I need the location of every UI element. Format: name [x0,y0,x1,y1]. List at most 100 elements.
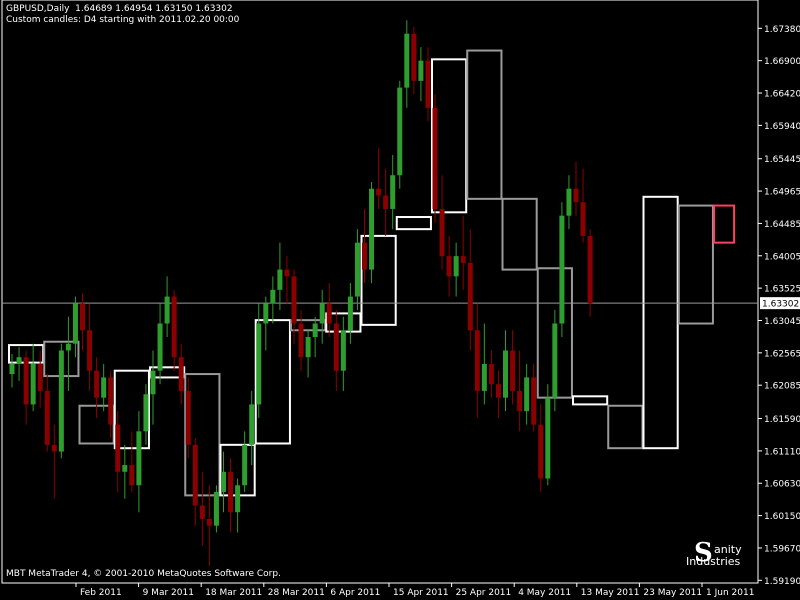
custom-candle-16 [572,395,609,406]
y-tick-label-14: 1.61110 [764,447,800,457]
y-tick-label-3: 1.66420 [764,90,800,100]
y-tick-label-17: 1.59670 [764,544,800,554]
copyright-text: MBT MetaTrader 4, © 2001-2010 MetaQuotes… [6,569,281,579]
candle-body-51 [369,188,375,270]
y-tick-label-7: 1.64485 [764,220,800,230]
candle-body-2 [23,357,29,405]
logo-text-line2: Industries [686,555,741,568]
x-tick-label-6: 25 Apr 2011 [456,588,512,598]
y-tick-label-10: 1.63045 [764,317,800,327]
candle-body-27 [199,505,205,519]
candle-body-31 [228,471,234,513]
candle-body-36 [263,303,269,324]
y-tick-label-4: 1.65940 [764,122,800,132]
candle-body-39 [284,269,290,277]
candle-body-61 [439,208,445,257]
x-tick-label-2: 18 Mar 2011 [205,588,262,598]
candle-body-20 [150,370,156,395]
candle-body-59 [425,60,431,108]
candle-body-44 [319,303,325,324]
candle-body-71 [510,350,516,391]
x-tick-label-5: 15 Apr 2011 [393,588,449,598]
candle-body-52 [376,188,382,196]
x-tick-label-8: 13 May 2011 [581,588,640,598]
y-tick-label-12: 1.62085 [764,382,800,392]
x-tick-label-3: 28 Mar 2011 [268,588,325,598]
candle-body-0 [9,363,15,375]
candle-body-23 [171,296,177,358]
candle-body-66 [474,330,480,391]
candle-body-73 [524,377,530,412]
candle-body-26 [192,444,198,506]
y-tick-label-18: 1.59190 [764,577,800,587]
candle-body-45 [326,303,332,324]
candle-body-14 [108,377,114,425]
candle-body-69 [495,384,501,398]
candle-body-4 [37,363,43,391]
candle-body-5 [44,390,50,445]
y-tick-label-15: 1.60630 [764,480,800,490]
candle-body-33 [242,444,248,486]
candle-body-67 [481,363,487,391]
candle-body-32 [235,485,241,513]
candle-body-48 [347,296,353,331]
candle-body-1 [16,357,22,364]
candle-body-7 [58,350,64,452]
candle-body-34 [249,404,255,445]
custom-candle-11 [395,216,432,231]
x-tick-label-1: 9 Mar 2011 [143,588,194,598]
candle-body-72 [517,390,523,412]
candlestick-chart: 1.67860 1.67380 1.66900 1.66420 1.65940 1.654… [1,0,800,598]
custom-candles-info: Custom candles: D4 starting with 2011.02… [6,15,240,25]
custom-candle-14 [501,197,538,271]
candle-body-35 [256,323,262,405]
candle-body-70 [503,350,508,398]
candle-body-16 [122,465,128,472]
y-tick-label-8: 1.64005 [764,252,800,262]
candle-body-15 [115,424,121,472]
candle-body-60 [432,107,438,209]
y-tick-label-1: 1.67380 [764,25,800,35]
candle-body-46 [333,323,339,371]
candle-body-64 [460,256,466,263]
candle-body-6 [51,444,57,452]
candle-body-53 [383,195,389,209]
candle-body-40 [291,276,297,324]
candle-body-3 [30,363,36,405]
candle-body-13 [101,377,107,398]
plot-frame [1,0,759,584]
current-price-label: 1.63302 [762,300,799,310]
candle-body-21 [157,323,163,371]
candle-body-22 [164,296,170,324]
x-tick-label-10: 1 Jun 2011 [706,588,754,598]
candle-body-63 [453,256,459,277]
candle-body-9 [72,303,78,344]
candle-body-56 [404,33,410,88]
candle-body-50 [362,242,367,270]
candle-body-54 [390,175,396,209]
candle-body-11 [87,330,93,371]
candle-body-79 [566,188,572,216]
candle-body-41 [298,323,304,358]
candle-body-57 [411,33,417,81]
candle-body-82 [587,235,593,304]
candle-body-42 [305,336,311,358]
chart-symbol-info: GBPUSD,Daily 1.64689 1.64954 1.63150 1.6… [6,4,233,14]
candle-body-58 [418,60,424,81]
candle-body-10 [80,303,85,331]
candle-body-37 [270,289,276,304]
candle-body-76 [545,397,551,479]
y-tick-label-0: 1.67860 [764,0,800,2]
x-tick-label-7: 4 May 2011 [518,588,571,598]
candle-body-65 [467,262,473,331]
y-tick-label-9: 1.63525 [764,285,800,295]
custom-candle-17 [607,404,644,450]
candle-body-81 [580,202,586,236]
candle-body-78 [559,215,565,324]
candle-body-24 [178,357,184,391]
y-tick-label-5: 1.65445 [764,155,800,165]
x-tick-label-4: 6 Apr 2011 [330,588,380,598]
candle-body-38 [277,269,283,290]
candle-body-68 [488,363,494,385]
candle-body-25 [185,390,191,445]
